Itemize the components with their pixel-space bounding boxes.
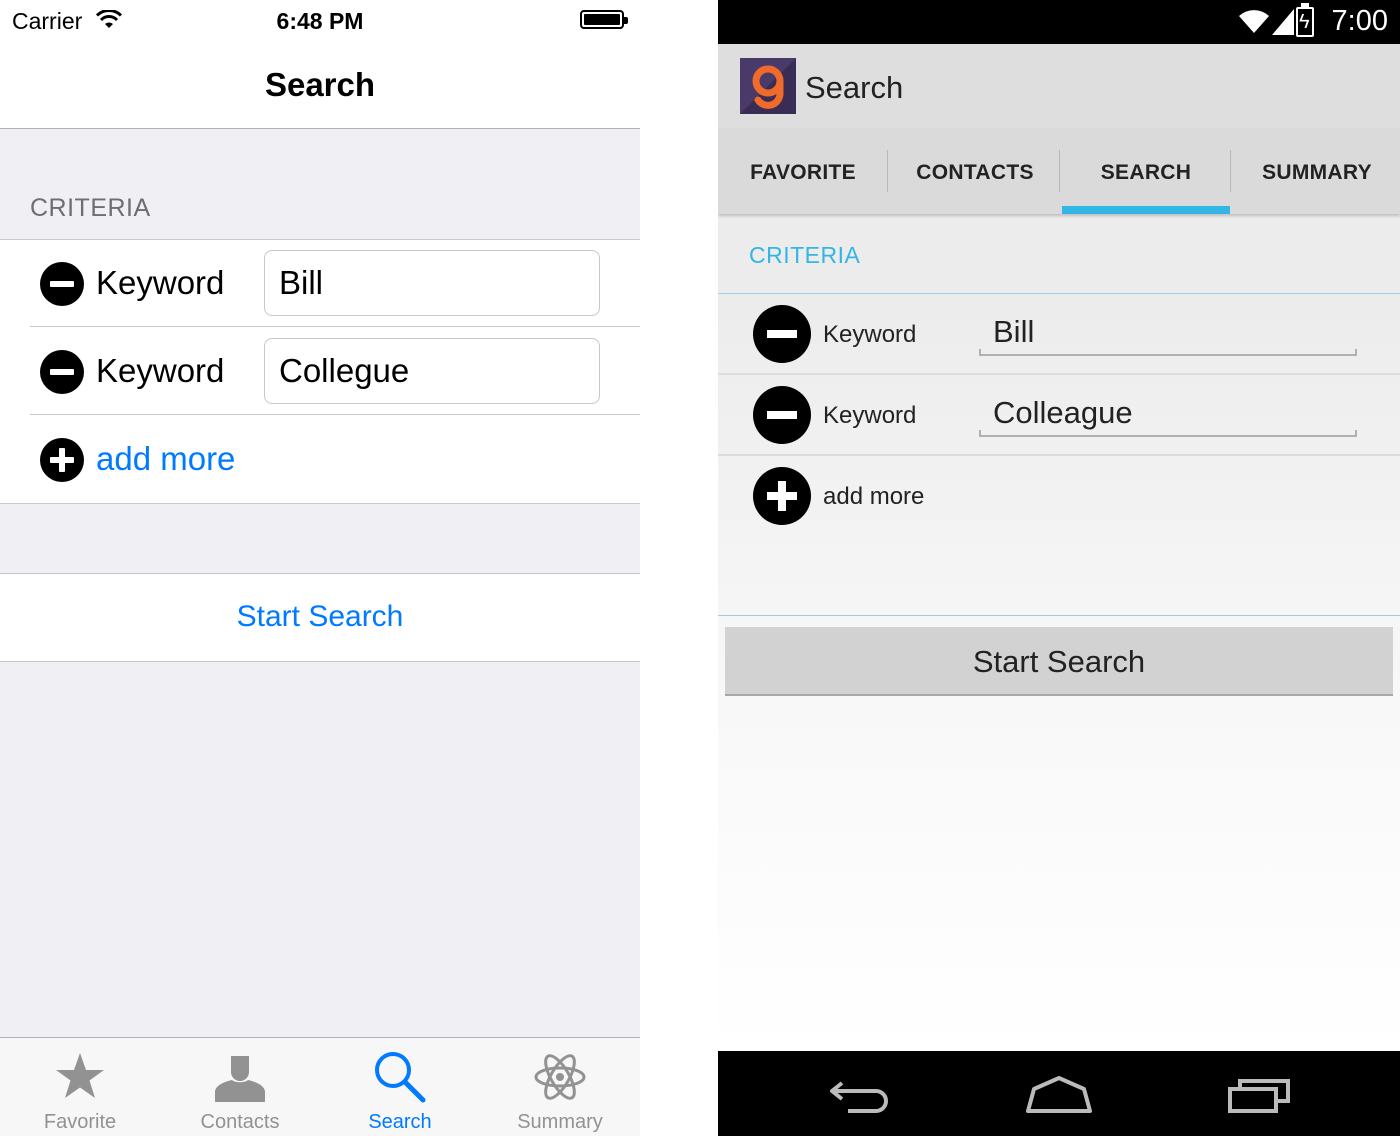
field-underline — [979, 349, 1357, 356]
keyword-field[interactable] — [264, 250, 600, 316]
back-icon[interactable] — [828, 1075, 892, 1115]
keyword-label: Keyword — [96, 264, 225, 301]
star-icon — [56, 1053, 104, 1098]
status-time: 7:00 — [1331, 5, 1388, 37]
tab-favorite[interactable]: Favorite — [0, 1038, 160, 1136]
search-icon — [375, 1052, 426, 1103]
keyword-field[interactable] — [980, 308, 1356, 356]
remove-icon[interactable] — [40, 262, 84, 306]
android-status-bar: ϟ 7:00 — [718, 0, 1400, 44]
remove-icon[interactable] — [753, 386, 811, 444]
battery-icon — [580, 10, 628, 29]
android-nav-bar — [718, 1051, 1400, 1136]
tab-label: Favorite — [43, 1111, 117, 1133]
tab-label: FAVORITE — [750, 161, 856, 184]
tab-search[interactable]: SEARCH — [1061, 128, 1231, 214]
keyword-field[interactable] — [264, 338, 600, 404]
battery-icon: ϟ — [1296, 3, 1314, 37]
page-title: Search — [264, 66, 376, 103]
field-underline — [979, 430, 1357, 437]
keyword-row: Keyword — [0, 328, 640, 415]
status-time: 6:48 PM — [276, 8, 364, 34]
start-search-button[interactable]: Start Search — [725, 627, 1393, 696]
keyword-label: Keyword — [823, 321, 917, 348]
atom-icon — [534, 1054, 586, 1100]
remove-icon[interactable] — [40, 350, 84, 394]
ios-nav-bar: Search — [0, 42, 640, 129]
page-title: Search — [805, 70, 904, 105]
person-icon — [215, 1056, 265, 1102]
criteria-header: CRITERIA — [749, 242, 861, 268]
keyword-row: Keyword — [718, 375, 1400, 456]
tab-contacts[interactable]: CONTACTS — [890, 128, 1060, 214]
tab-search[interactable]: Search — [320, 1038, 480, 1136]
tab-label: SUMMARY — [1262, 161, 1372, 184]
add-icon[interactable] — [753, 467, 811, 525]
criteria-list: Keyword Keyword add more — [0, 239, 640, 504]
tab-label: SEARCH — [1100, 161, 1192, 184]
home-icon[interactable] — [1024, 1075, 1094, 1115]
keyword-row: Keyword — [718, 294, 1400, 375]
android-screen: ϟ 7:00 Search FAVORITE CONTACTS SEARCH S… — [718, 0, 1400, 1136]
tab-divider — [1230, 150, 1231, 192]
start-search-button[interactable]: Start Search — [0, 600, 640, 634]
signal-icon — [1272, 9, 1294, 35]
app-logo-icon[interactable] — [740, 58, 796, 114]
tab-favorite[interactable]: FAVORITE — [718, 128, 888, 214]
wifi-icon — [1239, 10, 1269, 34]
tab-label: CONTACTS — [916, 161, 1034, 184]
add-more-row[interactable]: add more — [718, 456, 1400, 537]
tab-summary[interactable]: SUMMARY — [1232, 128, 1400, 214]
remove-icon[interactable] — [753, 305, 811, 363]
criteria-header: CRITERIA — [30, 194, 151, 222]
add-more-label[interactable]: add more — [823, 483, 924, 511]
ios-tab-bar: Favorite Contacts Search Summary — [0, 1037, 640, 1136]
add-more-link[interactable]: add more — [96, 440, 235, 478]
tab-label: Summary — [517, 1111, 603, 1133]
android-tab-strip: FAVORITE CONTACTS SEARCH SUMMARY — [718, 128, 1400, 214]
start-search-cell: Start Search — [0, 573, 640, 662]
add-more-row[interactable]: add more — [0, 416, 640, 503]
android-action-bar: Search — [718, 44, 1400, 128]
tab-label: Search — [368, 1111, 432, 1133]
section-divider — [718, 615, 1400, 616]
keyword-label: Keyword — [96, 352, 225, 389]
tab-contacts[interactable]: Contacts — [160, 1038, 320, 1136]
tab-label: Contacts — [200, 1111, 280, 1133]
tab-selected-indicator — [1062, 206, 1230, 214]
ios-screen: Carrier 6:48 PM Search CRITERIA Keyword … — [0, 0, 640, 1136]
add-icon[interactable] — [40, 438, 84, 482]
ios-status-bar: Carrier 6:48 PM — [0, 0, 640, 42]
tab-divider — [887, 150, 888, 192]
keyword-row: Keyword — [0, 240, 640, 327]
tab-divider — [1059, 150, 1060, 192]
keyword-label: Keyword — [823, 402, 917, 429]
keyword-field[interactable] — [980, 389, 1356, 437]
recent-apps-icon[interactable] — [1226, 1075, 1292, 1115]
tab-summary[interactable]: Summary — [480, 1038, 640, 1136]
